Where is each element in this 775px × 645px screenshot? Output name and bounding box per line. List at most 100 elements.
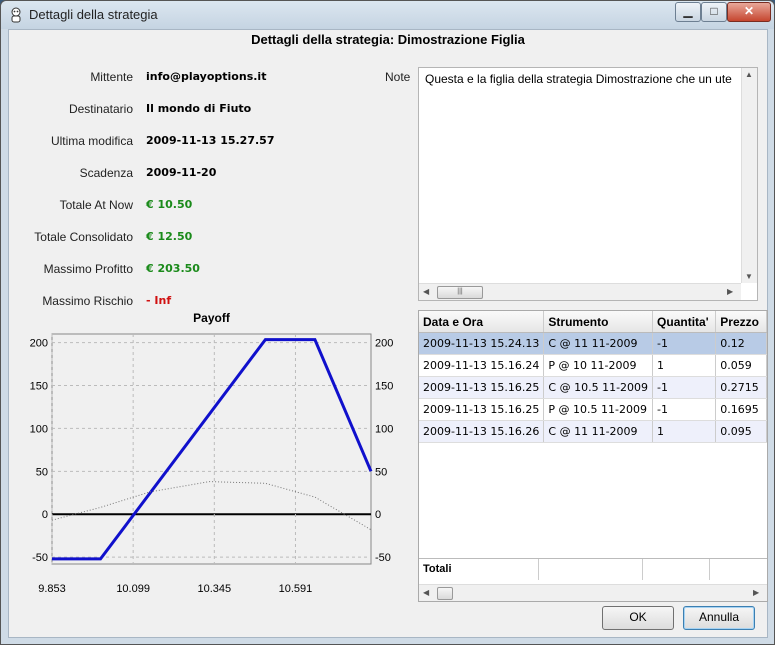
table-scroll-thumb[interactable] bbox=[437, 587, 453, 600]
cell-quantita: 1 bbox=[652, 420, 717, 443]
note-textarea[interactable]: Questa e la figlia della strategia Dimos… bbox=[418, 67, 758, 301]
payoff-chart: Payoff 200 200 150 150 100 100 50 50 0 0 -50 -50 9.85… bbox=[9, 308, 417, 608]
maximize-button[interactable]: □ bbox=[701, 2, 727, 22]
cell-strumento: P @ 10 11-2009 bbox=[543, 354, 654, 377]
table-row[interactable]: 2009-11-13 15.16.25 P @ 10.5 11-2009 -1 … bbox=[419, 398, 767, 421]
label-scadenza: Scadenza bbox=[79, 166, 133, 180]
column-header-prezzo[interactable]: Prezzo bbox=[715, 311, 767, 333]
table-row[interactable]: 2009-11-13 15.16.26 C @ 11 11-2009 1 0.0… bbox=[419, 420, 767, 443]
y-tick-label-right: 150 bbox=[375, 380, 393, 392]
y-tick-label-right: 200 bbox=[375, 338, 393, 350]
column-header-strumento[interactable]: Strumento bbox=[543, 311, 654, 333]
y-tick-label-right: -50 bbox=[375, 552, 391, 564]
y-tick-label-left: -50 bbox=[32, 552, 48, 564]
table-row[interactable]: 2009-11-13 15.16.24 P @ 10 11-2009 1 0.0… bbox=[419, 354, 767, 377]
label-totale-consolidato: Totale Consolidato bbox=[34, 230, 133, 244]
close-button[interactable]: ✕ bbox=[727, 2, 771, 22]
cell-quantita: 1 bbox=[652, 354, 717, 377]
value-totale-at-now: € 10.50 bbox=[146, 198, 193, 211]
cell-strumento: P @ 10.5 11-2009 bbox=[543, 398, 654, 421]
operations-table-panel: Data e Ora Strumento Quantita' Prezzo 20… bbox=[418, 310, 768, 602]
cell-quantita: -1 bbox=[652, 376, 717, 399]
y-tick-label-left: 200 bbox=[30, 338, 48, 350]
label-totale-at-now: Totale At Now bbox=[59, 198, 133, 212]
dialog-body: Dettagli della strategia: Dimostrazione … bbox=[8, 29, 768, 638]
title-bar[interactable]: Dettagli della strategia ▁ □ ✕ bbox=[1, 1, 774, 29]
x-tick-label: 9.853 bbox=[38, 583, 66, 595]
table-row[interactable]: 2009-11-13 15.16.25 C @ 10.5 11-2009 -1 … bbox=[419, 376, 767, 399]
label-ultima-modifica: Ultima modifica bbox=[50, 134, 133, 148]
value-totale-consolidato: € 12.50 bbox=[146, 230, 193, 243]
y-tick-label-right: 0 bbox=[375, 509, 381, 521]
scroll-up-icon[interactable]: ▲ bbox=[745, 70, 753, 79]
payoff-line bbox=[52, 338, 373, 561]
y-tick-label-left: 150 bbox=[30, 380, 48, 392]
value-destinatario: Il mondo di Fiuto bbox=[146, 102, 252, 115]
dialog-heading: Dettagli della strategia: Dimostrazione … bbox=[251, 32, 525, 47]
label-mittente: Mittente bbox=[90, 70, 133, 84]
y-tick-label-left: 50 bbox=[36, 466, 48, 478]
cell-prezzo: 0.095 bbox=[715, 420, 767, 443]
note-vertical-scrollbar[interactable]: ▲ ▼ bbox=[741, 68, 757, 283]
value-ultima-modifica: 2009-11-13 15.27.57 bbox=[146, 134, 275, 147]
scroll-down-icon[interactable]: ▼ bbox=[745, 272, 753, 281]
note-label: Note bbox=[385, 70, 411, 84]
cell-prezzo: 0.12 bbox=[715, 332, 767, 355]
label-massimo-rischio: Massimo Rischio bbox=[42, 294, 133, 308]
cell-strumento: C @ 11 11-2009 bbox=[543, 332, 654, 355]
note-text: Questa e la figlia della strategia Dimos… bbox=[425, 72, 732, 86]
y-tick-label-right: 100 bbox=[375, 423, 393, 435]
totals-divider bbox=[709, 559, 710, 580]
scroll-right-icon[interactable]: ▶ bbox=[753, 588, 759, 597]
value-massimo-rischio: - Inf bbox=[146, 294, 172, 307]
note-scroll-thumb[interactable]: ||| bbox=[437, 286, 483, 299]
label-destinatario: Destinatario bbox=[68, 102, 133, 116]
app-icon bbox=[11, 7, 21, 23]
value-mittente: info@playoptions.it bbox=[146, 70, 267, 83]
cell-data-ora: 2009-11-13 15.16.24 bbox=[419, 354, 545, 377]
minimize-button[interactable]: ▁ bbox=[675, 2, 701, 22]
x-tick-label: 10.345 bbox=[197, 583, 231, 595]
y-tick-label-left: 0 bbox=[42, 509, 48, 521]
table-horizontal-scrollbar[interactable]: ◀ ▶ bbox=[419, 584, 767, 601]
y-tick-label-right: 50 bbox=[375, 466, 387, 478]
cell-quantita: -1 bbox=[652, 398, 717, 421]
cell-prezzo: 0.2715 bbox=[715, 376, 767, 399]
note-horizontal-scrollbar[interactable]: ◀ ||| ▶ bbox=[419, 283, 741, 300]
chart-title: Payoff bbox=[193, 311, 231, 325]
cell-strumento: C @ 11 11-2009 bbox=[543, 420, 654, 443]
value-scadenza: 2009-11-20 bbox=[146, 166, 217, 179]
scroll-left-icon[interactable]: ◀ bbox=[423, 287, 429, 296]
scroll-right-icon[interactable]: ▶ bbox=[727, 287, 733, 296]
at-now-curve bbox=[51, 481, 372, 531]
scroll-left-icon[interactable]: ◀ bbox=[423, 588, 429, 597]
totals-divider bbox=[642, 559, 643, 580]
table-row[interactable]: 2009-11-13 15.24.13 C @ 11 11-2009 -1 0.… bbox=[419, 332, 767, 355]
cell-prezzo: 0.059 bbox=[715, 354, 767, 377]
totals-divider bbox=[538, 559, 539, 580]
payoff-chart-svg: Payoff 200 200 150 150 100 100 50 50 0 0 -50 -50 9.85… bbox=[30, 311, 394, 595]
operations-table: Data e Ora Strumento Quantita' Prezzo 20… bbox=[419, 311, 767, 443]
window-title: Dettagli della strategia bbox=[29, 7, 158, 22]
cell-data-ora: 2009-11-13 15.16.25 bbox=[419, 376, 545, 399]
cancel-button[interactable]: Annulla bbox=[683, 606, 755, 630]
cell-quantita: -1 bbox=[652, 332, 717, 355]
label-massimo-profitto: Massimo Profitto bbox=[43, 262, 133, 276]
x-tick-label: 10.591 bbox=[279, 583, 313, 595]
cell-data-ora: 2009-11-13 15.16.25 bbox=[419, 398, 545, 421]
ok-button[interactable]: OK bbox=[602, 606, 674, 630]
x-tick-label: 10.099 bbox=[116, 583, 150, 595]
totals-row: Totali bbox=[419, 558, 767, 580]
strategy-details-window: Dettagli della strategia ▁ □ ✕ Dettagli … bbox=[0, 0, 775, 645]
cell-data-ora: 2009-11-13 15.24.13 bbox=[419, 332, 545, 355]
cell-data-ora: 2009-11-13 15.16.26 bbox=[419, 420, 545, 443]
y-tick-label-left: 100 bbox=[30, 423, 48, 435]
column-header-quantita[interactable]: Quantita' bbox=[652, 311, 717, 333]
column-header-data-ora[interactable]: Data e Ora bbox=[419, 311, 545, 333]
cell-strumento: C @ 10.5 11-2009 bbox=[543, 376, 654, 399]
plot-area bbox=[51, 333, 372, 565]
value-massimo-profitto: € 203.50 bbox=[146, 262, 200, 275]
table-header-row: Data e Ora Strumento Quantita' Prezzo bbox=[419, 311, 767, 333]
totals-label: Totali bbox=[423, 563, 452, 575]
cell-prezzo: 0.1695 bbox=[715, 398, 767, 421]
